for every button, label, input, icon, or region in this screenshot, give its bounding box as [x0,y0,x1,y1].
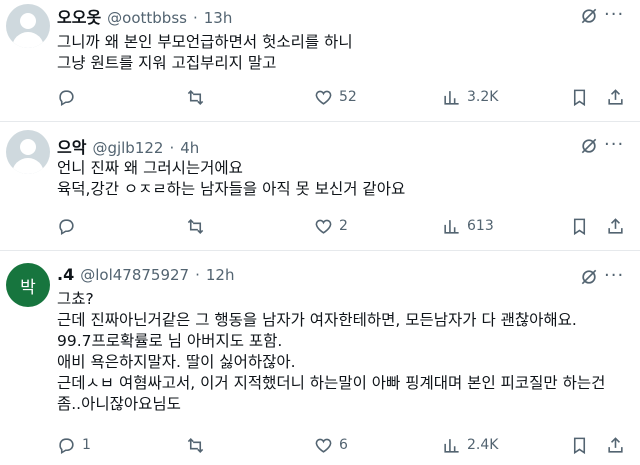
views-icon [444,219,459,234]
tweet-line: 언니 진짜 왜 그러시는거에요 [57,159,243,177]
display-name[interactable]: 오오옷 [57,4,101,28]
grok-icon[interactable] [579,6,599,26]
heart-icon [315,219,332,234]
avatar-head [20,139,36,155]
timestamp[interactable]: 4h [180,139,199,157]
grok-icon[interactable] [579,267,599,287]
share-button[interactable] [606,86,625,108]
tweet-line: 육덕,강간 ㅇㅈㄹ하는 남자들을 아직 못 보신거 같아요 [57,180,406,198]
retweet-icon [187,437,204,453]
reply-icon [59,218,74,235]
bookmark-icon [573,89,586,106]
more-icon[interactable]: ··· [604,267,628,289]
tweet-line: 그니까 왜 본인 부모언급하면서 헛소리를 하니 [57,33,353,51]
tweet-line: 근데 진짜아닌거같은 그 행동을 남자가 여자한테하면, 모든남자가 다 괜찮아… [57,311,577,329]
retweet-button[interactable] [186,86,211,108]
share-button[interactable] [606,215,625,237]
views-icon [444,438,459,453]
view-count: 3.2K [467,89,499,105]
tweet-text: 그니까 왜 본인 부모언급하면서 헛소리를 하니 그냥 원트를 지워 고집부리지… [57,32,353,74]
bookmark-icon [573,218,586,235]
like-button[interactable]: 2 [314,215,348,237]
reply-icon [59,437,74,454]
like-count: 52 [339,89,357,105]
user-handle[interactable]: @gjlb122 [92,139,163,157]
reply-button[interactable] [57,215,82,237]
views-button[interactable]: 2.4K [442,434,498,456]
bookmark-button[interactable] [570,434,589,456]
separator: · [192,9,198,27]
reply-button[interactable] [57,86,82,108]
tweet-1[interactable]: 오오옷 @oottbbss · 13h ··· 그니까 왜 본인 부모언급하면서… [0,0,640,121]
grok-icon[interactable] [579,136,599,156]
tweet-header: .4 @lol47875927 · 12h [57,265,234,284]
action-bar: 52 3.2K [0,86,640,108]
tweet-line: 좀..아니잖아요님도 [57,395,181,413]
retweet-icon [187,89,204,105]
avatar-head [20,13,36,29]
separator: · [195,266,200,284]
reply-count: 1 [82,437,91,453]
action-bar: 2 613 [0,215,640,237]
bookmark-button[interactable] [570,215,589,237]
tweet-header: 으악 @gjlb122 · 4h [57,134,199,158]
tweet-line: 그쵸? [57,290,94,308]
retweet-icon [187,218,204,234]
avatar-body [12,158,44,174]
avatar[interactable]: 박 [6,263,50,307]
bookmark-button[interactable] [570,86,589,108]
avatar-initial: 박 [20,277,36,298]
more-icon[interactable]: ··· [604,136,628,158]
display-name[interactable]: .4 [57,265,74,284]
tweet-line: 애비 욕은하지말자. 딸이 싫어하잖아. [57,353,296,371]
display-name[interactable]: 으악 [57,134,86,158]
view-count: 2.4K [467,437,499,453]
view-count: 613 [467,218,494,234]
views-button[interactable]: 613 [442,215,494,237]
views-button[interactable]: 3.2K [442,86,498,108]
like-count: 6 [339,437,348,453]
separator: · [169,139,175,157]
share-icon [608,88,623,105]
share-icon [608,217,623,234]
timestamp[interactable]: 13h [204,9,233,27]
like-count: 2 [339,218,348,234]
user-handle[interactable]: @oottbbss [107,9,187,27]
tweet-line: 그냥 원트를 지워 고집부리지 말고 [57,54,277,72]
heart-icon [315,90,332,105]
timestamp[interactable]: 12h [206,266,235,284]
action-bar: 1 6 2.4K [0,434,640,456]
reply-icon [59,89,74,106]
more-icon[interactable]: ··· [604,6,628,28]
views-icon [444,90,459,105]
user-handle[interactable]: @lol47875927 [80,266,189,284]
tweet-text: 그쵸? 근데 진짜아닌거같은 그 행동을 남자가 여자한테하면, 모든남자가 다… [57,289,605,415]
tweet-line: 근데ㅅㅂ 여혐싸고서, 이거 지적했더니 하는말이 아빠 핑계대며 본인 피코질… [57,374,606,392]
like-button[interactable]: 52 [314,86,357,108]
avatar-body [12,32,44,48]
tweet-text: 언니 진짜 왜 그러시는거에요 육덕,강간 ㅇㅈㄹ하는 남자들을 아직 못 보신… [57,158,405,200]
like-button[interactable]: 6 [314,434,348,456]
tweet-2[interactable]: 으악 @gjlb122 · 4h ··· 언니 진짜 왜 그러시는거에요 육덕,… [0,122,640,250]
share-button[interactable] [606,434,625,456]
retweet-button[interactable] [186,434,211,456]
retweet-button[interactable] [186,215,211,237]
tweet-header: 오오옷 @oottbbss · 13h [57,4,232,28]
tweet-line: 99.7프로확률로 님 아버지도 포함. [57,332,283,350]
avatar[interactable] [6,4,50,48]
heart-icon [315,438,332,453]
avatar[interactable] [6,130,50,174]
share-icon [608,436,623,453]
tweet-3[interactable]: 박 .4 @lol47875927 · 12h ··· 그쵸? 근데 진짜아닌거… [0,251,640,465]
reply-button[interactable]: 1 [57,434,91,456]
bookmark-icon [573,437,586,454]
